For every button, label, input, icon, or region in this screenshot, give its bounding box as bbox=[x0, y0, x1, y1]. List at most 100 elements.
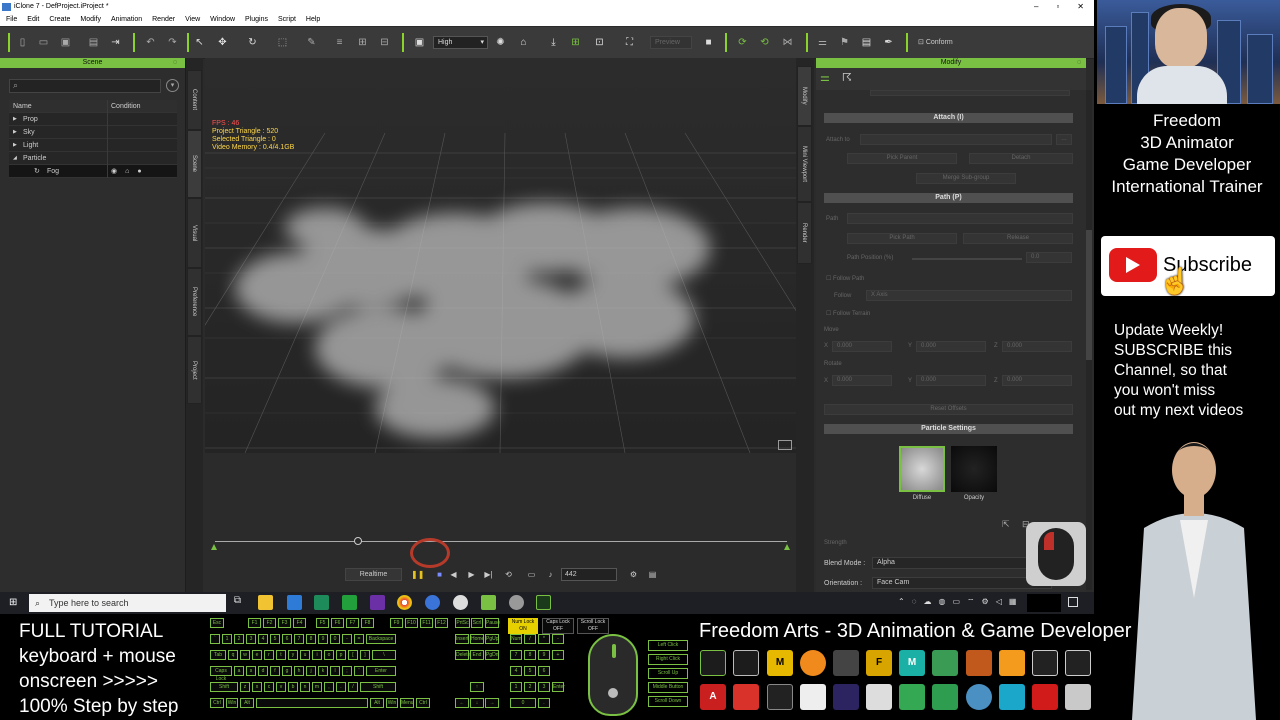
blend-mode-dropdown[interactable]: Alpha bbox=[872, 557, 1052, 569]
display-mode-icon[interactable]: ▣ bbox=[413, 36, 426, 49]
eyedropper-icon[interactable]: ✒ bbox=[882, 36, 895, 49]
running-figure-icon[interactable]: ☈ bbox=[842, 71, 852, 84]
rotate-y-input[interactable]: 0.000 bbox=[916, 375, 986, 386]
network-icon[interactable]: ⋈ bbox=[781, 36, 794, 49]
minimize-button[interactable]: – bbox=[1034, 0, 1038, 14]
tree-item-particle[interactable]: ◢ Particle bbox=[9, 152, 177, 165]
flag-icon[interactable]: ⚑ bbox=[838, 36, 851, 49]
tree-item-prop[interactable]: ▶ Prop bbox=[9, 113, 177, 126]
diffuse-texture-thumb[interactable] bbox=[899, 446, 945, 492]
release-button[interactable]: Release bbox=[963, 233, 1073, 244]
redo-icon[interactable]: ↷ bbox=[166, 36, 179, 49]
light-icon[interactable]: ✺ bbox=[494, 36, 507, 49]
obs-icon[interactable] bbox=[453, 595, 468, 610]
close-button[interactable]: ✕ bbox=[1077, 0, 1084, 14]
rotate-z-input[interactable]: 0.000 bbox=[1002, 375, 1072, 386]
timeline-track[interactable] bbox=[215, 541, 787, 542]
active-dot-icon[interactable]: ● bbox=[137, 165, 141, 178]
menu-help[interactable]: Help bbox=[306, 14, 320, 26]
export-icon[interactable]: ⇥ bbox=[109, 36, 122, 49]
scale-icon[interactable]: ⬚ bbox=[276, 36, 289, 49]
path-field[interactable] bbox=[847, 213, 1073, 224]
menu-window[interactable]: Window bbox=[210, 14, 235, 26]
more-button[interactable]: … bbox=[1056, 134, 1072, 145]
motion-add-icon[interactable]: ⟲ bbox=[758, 36, 771, 49]
settings-tray-icon[interactable]: ⚙ bbox=[982, 597, 989, 607]
taskbar-search-input[interactable]: ⌕ Type here to search bbox=[29, 594, 226, 612]
clipboard-icon[interactable]: ▤ bbox=[860, 36, 873, 49]
video-camera-icon[interactable]: ■ bbox=[702, 36, 715, 49]
load-texture-icon[interactable]: ⇱ bbox=[1002, 519, 1010, 530]
tab-render[interactable]: Render bbox=[797, 202, 812, 264]
opacity-texture-thumb[interactable] bbox=[951, 446, 997, 492]
move-z-input[interactable]: 0.000 bbox=[1002, 341, 1072, 352]
reset-offsets-button[interactable]: Reset Offsets bbox=[824, 404, 1073, 415]
pause-icon[interactable]: ❚❚ bbox=[411, 569, 424, 580]
timeline-slider-knob[interactable] bbox=[354, 537, 362, 545]
follow-terrain-checkbox[interactable]: ☐ Follow Terrain bbox=[826, 310, 870, 317]
menu-file[interactable]: File bbox=[6, 14, 17, 26]
settings-sliders-icon[interactable]: ⚌ bbox=[816, 36, 829, 49]
merge-subgroup-button[interactable]: Merge Sub-group bbox=[916, 173, 1016, 184]
chrome-alt-icon[interactable] bbox=[425, 595, 440, 610]
camera-target-icon[interactable]: ⊡ bbox=[593, 36, 606, 49]
conform-button[interactable]: ⊡ Conform bbox=[918, 36, 953, 49]
snap-icon[interactable]: ⊟ bbox=[378, 36, 391, 49]
panel-pin-icon[interactable]: ◌ bbox=[173, 58, 177, 68]
panel-pin-icon[interactable]: ◌ bbox=[1077, 58, 1081, 68]
stop-icon[interactable]: ■ bbox=[434, 569, 445, 580]
wifi-icon[interactable]: ⌔ bbox=[967, 597, 975, 607]
home-icon[interactable]: ⌂ bbox=[517, 36, 530, 49]
maximize-button[interactable]: ▫ bbox=[1056, 0, 1059, 14]
start-marker-icon[interactable] bbox=[211, 544, 217, 550]
menu-plugins[interactable]: Plugins bbox=[245, 14, 268, 26]
menu-create[interactable]: Create bbox=[49, 14, 70, 26]
distribute-icon[interactable]: ⊞ bbox=[356, 36, 369, 49]
viewport-menu-icon[interactable] bbox=[778, 440, 792, 450]
open-folder-icon[interactable]: ▭ bbox=[37, 36, 50, 49]
menu-animation[interactable]: Animation bbox=[111, 14, 142, 26]
tab-visual[interactable]: Visual bbox=[187, 198, 202, 268]
align-icon[interactable]: ≡ bbox=[333, 36, 346, 49]
tree-item-sky[interactable]: ▶ Sky bbox=[9, 126, 177, 139]
app-icon-purple[interactable] bbox=[370, 595, 385, 610]
motion-icon[interactable]: ⟳ bbox=[736, 36, 749, 49]
detach-button[interactable]: Detach bbox=[969, 153, 1073, 164]
camera-icon[interactable]: ▭ bbox=[526, 569, 537, 580]
move-x-input[interactable]: 0.000 bbox=[832, 341, 892, 352]
preview-dropdown[interactable]: Preview bbox=[650, 36, 692, 49]
frame-icon[interactable]: ⛶ bbox=[623, 36, 636, 49]
music-icon[interactable]: ♪ bbox=[545, 569, 556, 580]
cloud-icon[interactable]: ☁ bbox=[923, 597, 931, 607]
drop-to-floor-icon[interactable]: ⤓ bbox=[547, 36, 560, 49]
rotate-x-input[interactable]: 0.000 bbox=[832, 375, 892, 386]
menu-modify[interactable]: Modify bbox=[80, 14, 101, 26]
task-view-icon[interactable]: ⧉ bbox=[230, 595, 245, 610]
attach-to-field[interactable] bbox=[860, 134, 1052, 145]
filter-icon[interactable]: ▾ bbox=[166, 79, 179, 92]
realtime-dropdown[interactable]: Realtime bbox=[345, 568, 402, 581]
next-frame-icon[interactable]: ▶ bbox=[466, 569, 477, 580]
chrome-icon[interactable] bbox=[397, 595, 412, 610]
keyboard-icon[interactable]: ▦ bbox=[1009, 597, 1017, 607]
frame-number-input[interactable]: 442 bbox=[561, 568, 617, 581]
subscribe-button[interactable]: Subscribe ☝ bbox=[1101, 236, 1275, 296]
file-explorer-icon[interactable] bbox=[258, 595, 273, 610]
expand-arrow-icon[interactable]: ▶ bbox=[13, 126, 23, 139]
iclone-taskbar-icon[interactable] bbox=[536, 595, 551, 610]
follow-path-checkbox[interactable]: ☐ Follow Path bbox=[826, 275, 864, 282]
tab-mini-viewport[interactable]: Mini Viewport bbox=[797, 126, 812, 202]
visibility-icon[interactable]: ◉ bbox=[111, 165, 117, 178]
expand-arrow-icon[interactable]: ▶ bbox=[13, 113, 23, 126]
tab-project[interactable]: Project bbox=[187, 336, 202, 404]
menu-view[interactable]: View bbox=[185, 14, 200, 26]
sliders-icon[interactable]: ⚌ bbox=[820, 71, 830, 84]
app-icon-blue[interactable] bbox=[287, 595, 302, 610]
rotate-icon[interactable]: ↻ bbox=[246, 36, 259, 49]
quality-dropdown[interactable]: High ▾ bbox=[433, 36, 488, 49]
orientation-dropdown[interactable]: Face Cam bbox=[872, 577, 1052, 589]
tree-item-light[interactable]: ▶ Light bbox=[9, 139, 177, 152]
pick-parent-button[interactable]: Pick Parent bbox=[847, 153, 957, 164]
end-marker-icon[interactable] bbox=[784, 544, 790, 550]
settings-gear-icon[interactable]: ⚙ bbox=[628, 569, 639, 580]
